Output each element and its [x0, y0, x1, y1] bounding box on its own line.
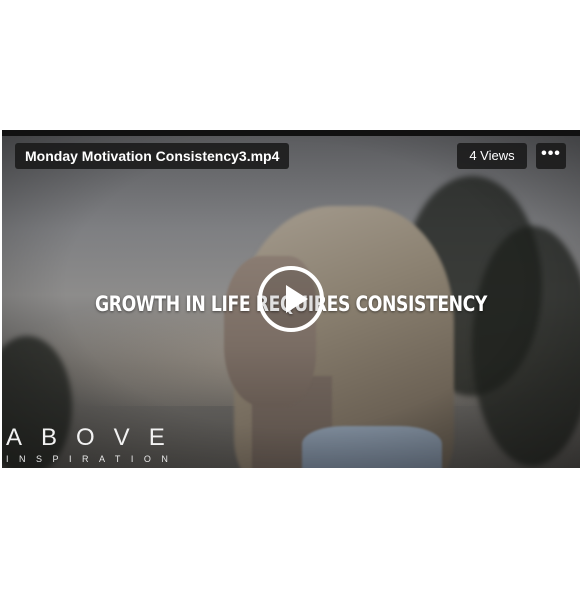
- video-title: Monday Motivation Consistency3.mp4: [15, 143, 290, 169]
- video-frame[interactable]: GROWTH IN LIFE REQUIRES CONSISTENCY ABOV…: [2, 136, 580, 468]
- more-options-button[interactable]: •••: [536, 143, 566, 169]
- more-options-icon: •••: [541, 145, 561, 162]
- brand-logo-name: ABOVE: [6, 424, 184, 451]
- brand-logo-tagline: INSPIRATION: [6, 454, 179, 464]
- play-icon: [286, 285, 308, 313]
- play-button[interactable]: [258, 266, 324, 332]
- video-player[interactable]: GROWTH IN LIFE REQUIRES CONSISTENCY ABOV…: [2, 130, 580, 468]
- view-count-badge: 4 Views: [457, 143, 527, 169]
